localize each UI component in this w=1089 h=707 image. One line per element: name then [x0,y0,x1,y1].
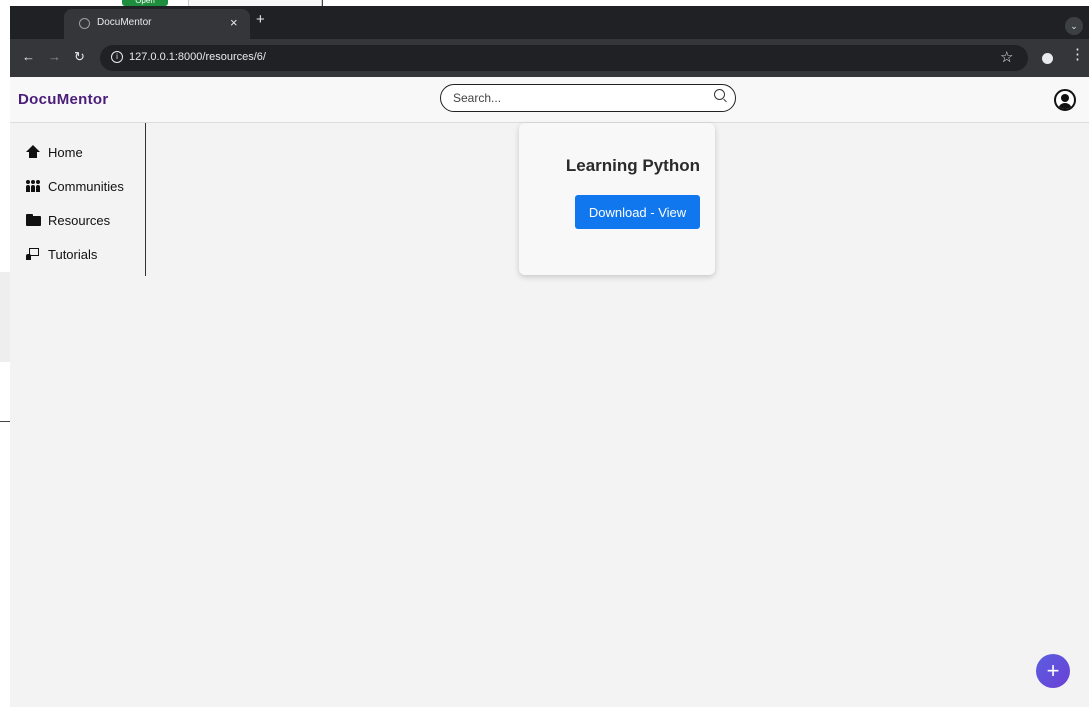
app-header: DocuMentor [10,77,1089,123]
tab-strip: DocuMentor × + ⌄ [10,6,1089,39]
background-divider [0,421,10,422]
profile-icon[interactable] [1042,53,1053,64]
close-tab-icon[interactable]: × [230,15,238,30]
sidebar-item-label: Resources [48,212,111,228]
forward-arrow-icon[interactable]: → [48,49,61,64]
add-button[interactable]: + [1036,654,1070,688]
site-info-icon[interactable]: i [111,51,123,63]
sidebar-item-label: Communities [48,178,124,194]
bookmark-star-icon[interactable]: ☆ [1000,48,1013,66]
tutorial-icon [25,247,42,261]
sidebar-item-label: Tutorials [48,246,98,262]
kebab-menu-icon[interactable]: ⋮ [1070,47,1085,62]
url-text[interactable]: 127.0.0.1:8000/resources/6/ [129,51,266,63]
browser-toolbar: ← → ↻ i 127.0.0.1:8000/resources/6/ ☆ ⋮ [10,39,1089,77]
folder-icon [25,213,42,227]
tab-search-chevron-icon[interactable]: ⌄ [1065,17,1083,35]
new-tab-icon[interactable]: + [256,11,265,28]
sidebar-item-communities[interactable]: Communities [25,175,124,197]
tab-title: DocuMentor [97,17,152,28]
user-account-icon[interactable] [1054,89,1076,111]
sidebar-item-tutorials[interactable]: Tutorials [25,243,97,265]
background-panel [0,272,10,362]
home-icon [25,145,42,159]
browser-tab[interactable]: DocuMentor × [64,9,250,39]
download-view-button[interactable]: Download - View [575,195,700,229]
sidebar-item-resources[interactable]: Resources [25,209,110,231]
back-arrow-icon[interactable]: ← [22,49,35,64]
sidebar-item-home[interactable]: Home [25,141,83,163]
browser-window: DocuMentor × + ⌄ ← → ↻ i 127.0.0.1:8000/… [10,6,1089,707]
globe-icon [79,18,90,29]
search-icon[interactable] [714,89,725,100]
resource-title: Learning Python [565,156,700,175]
address-bar[interactable]: i 127.0.0.1:8000/resources/6/ ☆ [100,45,1028,71]
reload-icon[interactable]: ↻ [74,49,85,65]
resource-card: Learning Python Download - View [519,123,715,275]
search-bar[interactable] [440,84,736,112]
search-input[interactable] [453,89,703,106]
sidebar-item-label: Home [48,144,83,160]
brand-logo[interactable]: DocuMentor [18,91,109,108]
sidebar: Home Communities Resources Tutorials [10,123,146,276]
people-icon [25,179,42,193]
